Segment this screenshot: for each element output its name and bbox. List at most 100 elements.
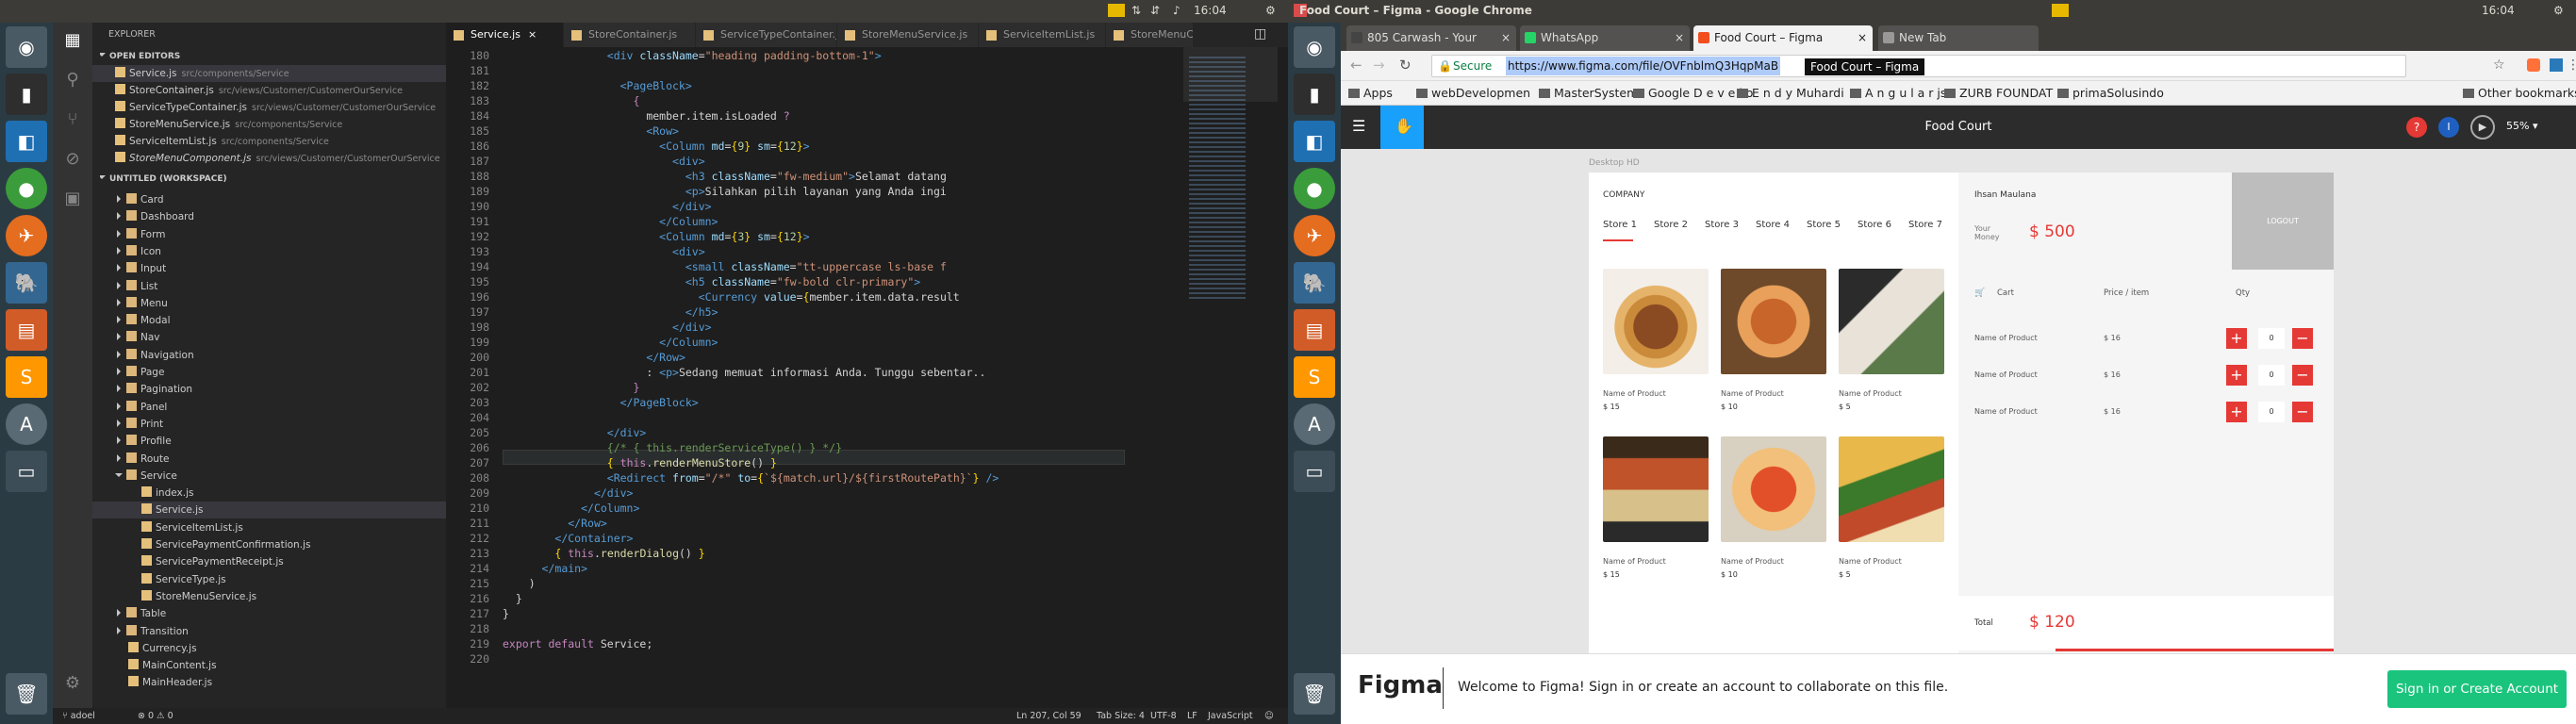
tree-folder[interactable]: Route <box>92 451 446 468</box>
tree-folder[interactable]: Input <box>92 260 446 277</box>
workspace-icon[interactable]: ▭ <box>1294 451 1335 492</box>
frame-label[interactable]: Desktop HD <box>1589 158 1640 168</box>
store-tab[interactable]: Store 3 <box>1705 220 1739 230</box>
split-editor-icon[interactable]: ◫ <box>1254 26 1266 41</box>
tree-folder[interactable]: Transition <box>92 623 446 640</box>
open-editor-item[interactable]: ServiceTypeContainer.js src/views/Custome… <box>92 99 446 116</box>
files-icon[interactable]: ▤ <box>6 309 47 351</box>
url-text[interactable]: https://www.figma.com/file/OVFnblmQ3HqpM… <box>1506 57 1781 75</box>
eol[interactable]: LF <box>1187 708 1197 724</box>
tree-file[interactable]: MainContent.js <box>92 657 446 674</box>
editor-tab[interactable]: ServiceTypeContainer.js <box>696 23 837 47</box>
editor-tab[interactable]: Service.js × <box>446 23 564 47</box>
tree-file[interactable]: Currency.js <box>92 640 446 657</box>
open-editor-item[interactable]: StoreContainer.js src/views/Customer/Cust… <box>92 82 446 99</box>
bookmark-item[interactable]: webDevelopmen <box>1416 81 1530 106</box>
sublime-icon[interactable]: S <box>6 356 47 398</box>
code-editor[interactable]: 180 181 182 183 184 185 186 187 188 189 190 191 192 1… <box>446 47 1288 708</box>
store-tab[interactable]: Store 1 <box>1603 220 1637 230</box>
browser-tab[interactable]: 805 Carwash - Your × <box>1346 25 1516 51</box>
tree-folder[interactable]: Menu <box>92 295 446 312</box>
chrome-icon[interactable]: ● <box>1294 168 1335 209</box>
dash-icon[interactable]: ◉ <box>6 26 47 68</box>
files-icon[interactable]: ▤ <box>1294 309 1335 351</box>
store-tab[interactable]: Store 4 <box>1756 220 1790 230</box>
open-editor-item[interactable]: StoreMenuComponent.js src/views/Customer/… <box>92 150 446 167</box>
extensions-icon[interactable]: ▣ <box>61 189 84 211</box>
workspace-icon[interactable]: ▭ <box>6 451 47 492</box>
increase-qty-button[interactable]: + <box>2226 365 2247 386</box>
sign-in-button[interactable]: Sign in or Create Account <box>2387 670 2567 708</box>
extension-icon[interactable] <box>2550 58 2563 72</box>
tree-folder[interactable]: Print <box>92 416 446 433</box>
postman-icon[interactable]: ✈ <box>1294 215 1335 256</box>
browser-tab[interactable]: WhatsApp × <box>1520 25 1690 51</box>
bookmark-item[interactable]: Apps <box>1348 81 1393 106</box>
tree-file[interactable]: Service.js <box>92 502 446 519</box>
tree-folder[interactable]: Service <box>92 468 446 485</box>
power-icon[interactable]: ⚙ <box>2553 4 2564 17</box>
search-icon[interactable]: ⚲ <box>61 70 84 92</box>
dash-icon[interactable]: ◉ <box>1294 26 1335 68</box>
qty-value[interactable]: 0 <box>2258 328 2285 349</box>
product-image[interactable] <box>1603 269 1709 374</box>
present-icon[interactable]: ▶ <box>2470 115 2495 140</box>
reload-icon[interactable]: ↻ <box>1399 57 1412 74</box>
qty-value[interactable]: 0 <box>2258 402 2285 422</box>
help-icon[interactable]: ? <box>2406 117 2427 138</box>
postman-icon[interactable]: ✈ <box>6 215 47 256</box>
tree-folder[interactable]: Card <box>92 191 446 208</box>
branch-label[interactable]: ⑂ adoel <box>62 708 95 724</box>
product-image[interactable] <box>1721 269 1826 374</box>
feedback-icon[interactable]: ☺ <box>1264 708 1274 724</box>
tree-file[interactable]: ServiceType.js <box>92 571 446 588</box>
bookmark-item[interactable]: Google D e v e l o <box>1633 81 1753 106</box>
product-image[interactable] <box>1839 436 1944 542</box>
product-image[interactable] <box>1839 269 1944 374</box>
tree-folder[interactable]: List <box>92 278 446 295</box>
clock[interactable]: 16:04 <box>1194 4 1227 17</box>
trash-icon[interactable]: 🗑 <box>1294 673 1335 715</box>
product-image[interactable] <box>1721 436 1826 542</box>
close-icon[interactable]: × <box>528 28 537 41</box>
network-icon[interactable]: ⇵ <box>1150 4 1160 17</box>
code-minimap[interactable] <box>1183 47 1278 708</box>
store-tab[interactable]: Store 5 <box>1807 220 1841 230</box>
problems-indicator[interactable]: ⊗ 0 ⚠ 0 <box>138 708 173 724</box>
open-editor-item[interactable]: StoreMenuService.js src/components/Servic… <box>92 116 446 133</box>
editor-tab[interactable]: StoreMenuService.js <box>837 23 979 47</box>
terminal-icon[interactable]: ▮ <box>6 74 47 115</box>
tree-folder[interactable]: Table <box>92 605 446 622</box>
store-tab[interactable]: Store 2 <box>1654 220 1688 230</box>
tree-folder[interactable]: Dashboard <box>92 208 446 225</box>
cursor-position[interactable]: Ln 207, Col 59 <box>1016 708 1082 724</box>
open-editor-item[interactable]: ServiceItemList.js src/components/Service <box>92 133 446 150</box>
settings-gear-icon[interactable]: ⚙ <box>61 673 84 696</box>
back-icon[interactable]: ← <box>1350 57 1362 74</box>
bookmark-item[interactable]: E n d y Muhardi <box>1737 81 1844 106</box>
editor-tab[interactable]: StoreMenuComp <box>1106 23 1194 47</box>
product-image[interactable] <box>1603 436 1709 542</box>
terminal-icon[interactable]: ▮ <box>1294 74 1335 115</box>
tree-file[interactable]: ServiceItemList.js <box>92 519 446 536</box>
logout-button[interactable]: LOGOUT <box>2232 173 2334 270</box>
keyboard-icon[interactable]: ⇅ <box>1131 4 1141 17</box>
encoding[interactable]: UTF-8 <box>1150 708 1177 724</box>
increase-qty-button[interactable]: + <box>2226 402 2247 422</box>
tree-folder[interactable]: Pagination <box>92 381 446 398</box>
tree-folder[interactable]: Page <box>92 364 446 381</box>
browser-tab[interactable]: New Tab <box>1878 25 2039 51</box>
decrease-qty-button[interactable]: − <box>2292 365 2313 386</box>
tree-file[interactable]: index.js <box>92 485 446 502</box>
sublime-icon[interactable]: S <box>1294 356 1335 398</box>
tab-close-icon[interactable]: × <box>1675 25 1684 51</box>
store-tab[interactable]: Store 6 <box>1858 220 1891 230</box>
tree-folder[interactable]: Form <box>92 226 446 243</box>
tree-folder[interactable]: Nav <box>92 329 446 346</box>
postgres-icon[interactable]: 🐘 <box>1294 262 1335 304</box>
indicator-icon[interactable] <box>1108 4 1125 17</box>
power-icon[interactable]: ⚙ <box>1265 4 1276 17</box>
tab-size[interactable]: Tab Size: 4 <box>1097 708 1145 724</box>
bookmark-item[interactable]: ZURB FOUNDAT <box>1944 81 2053 106</box>
chrome-menu-icon[interactable]: ⋮ <box>2567 58 2576 73</box>
